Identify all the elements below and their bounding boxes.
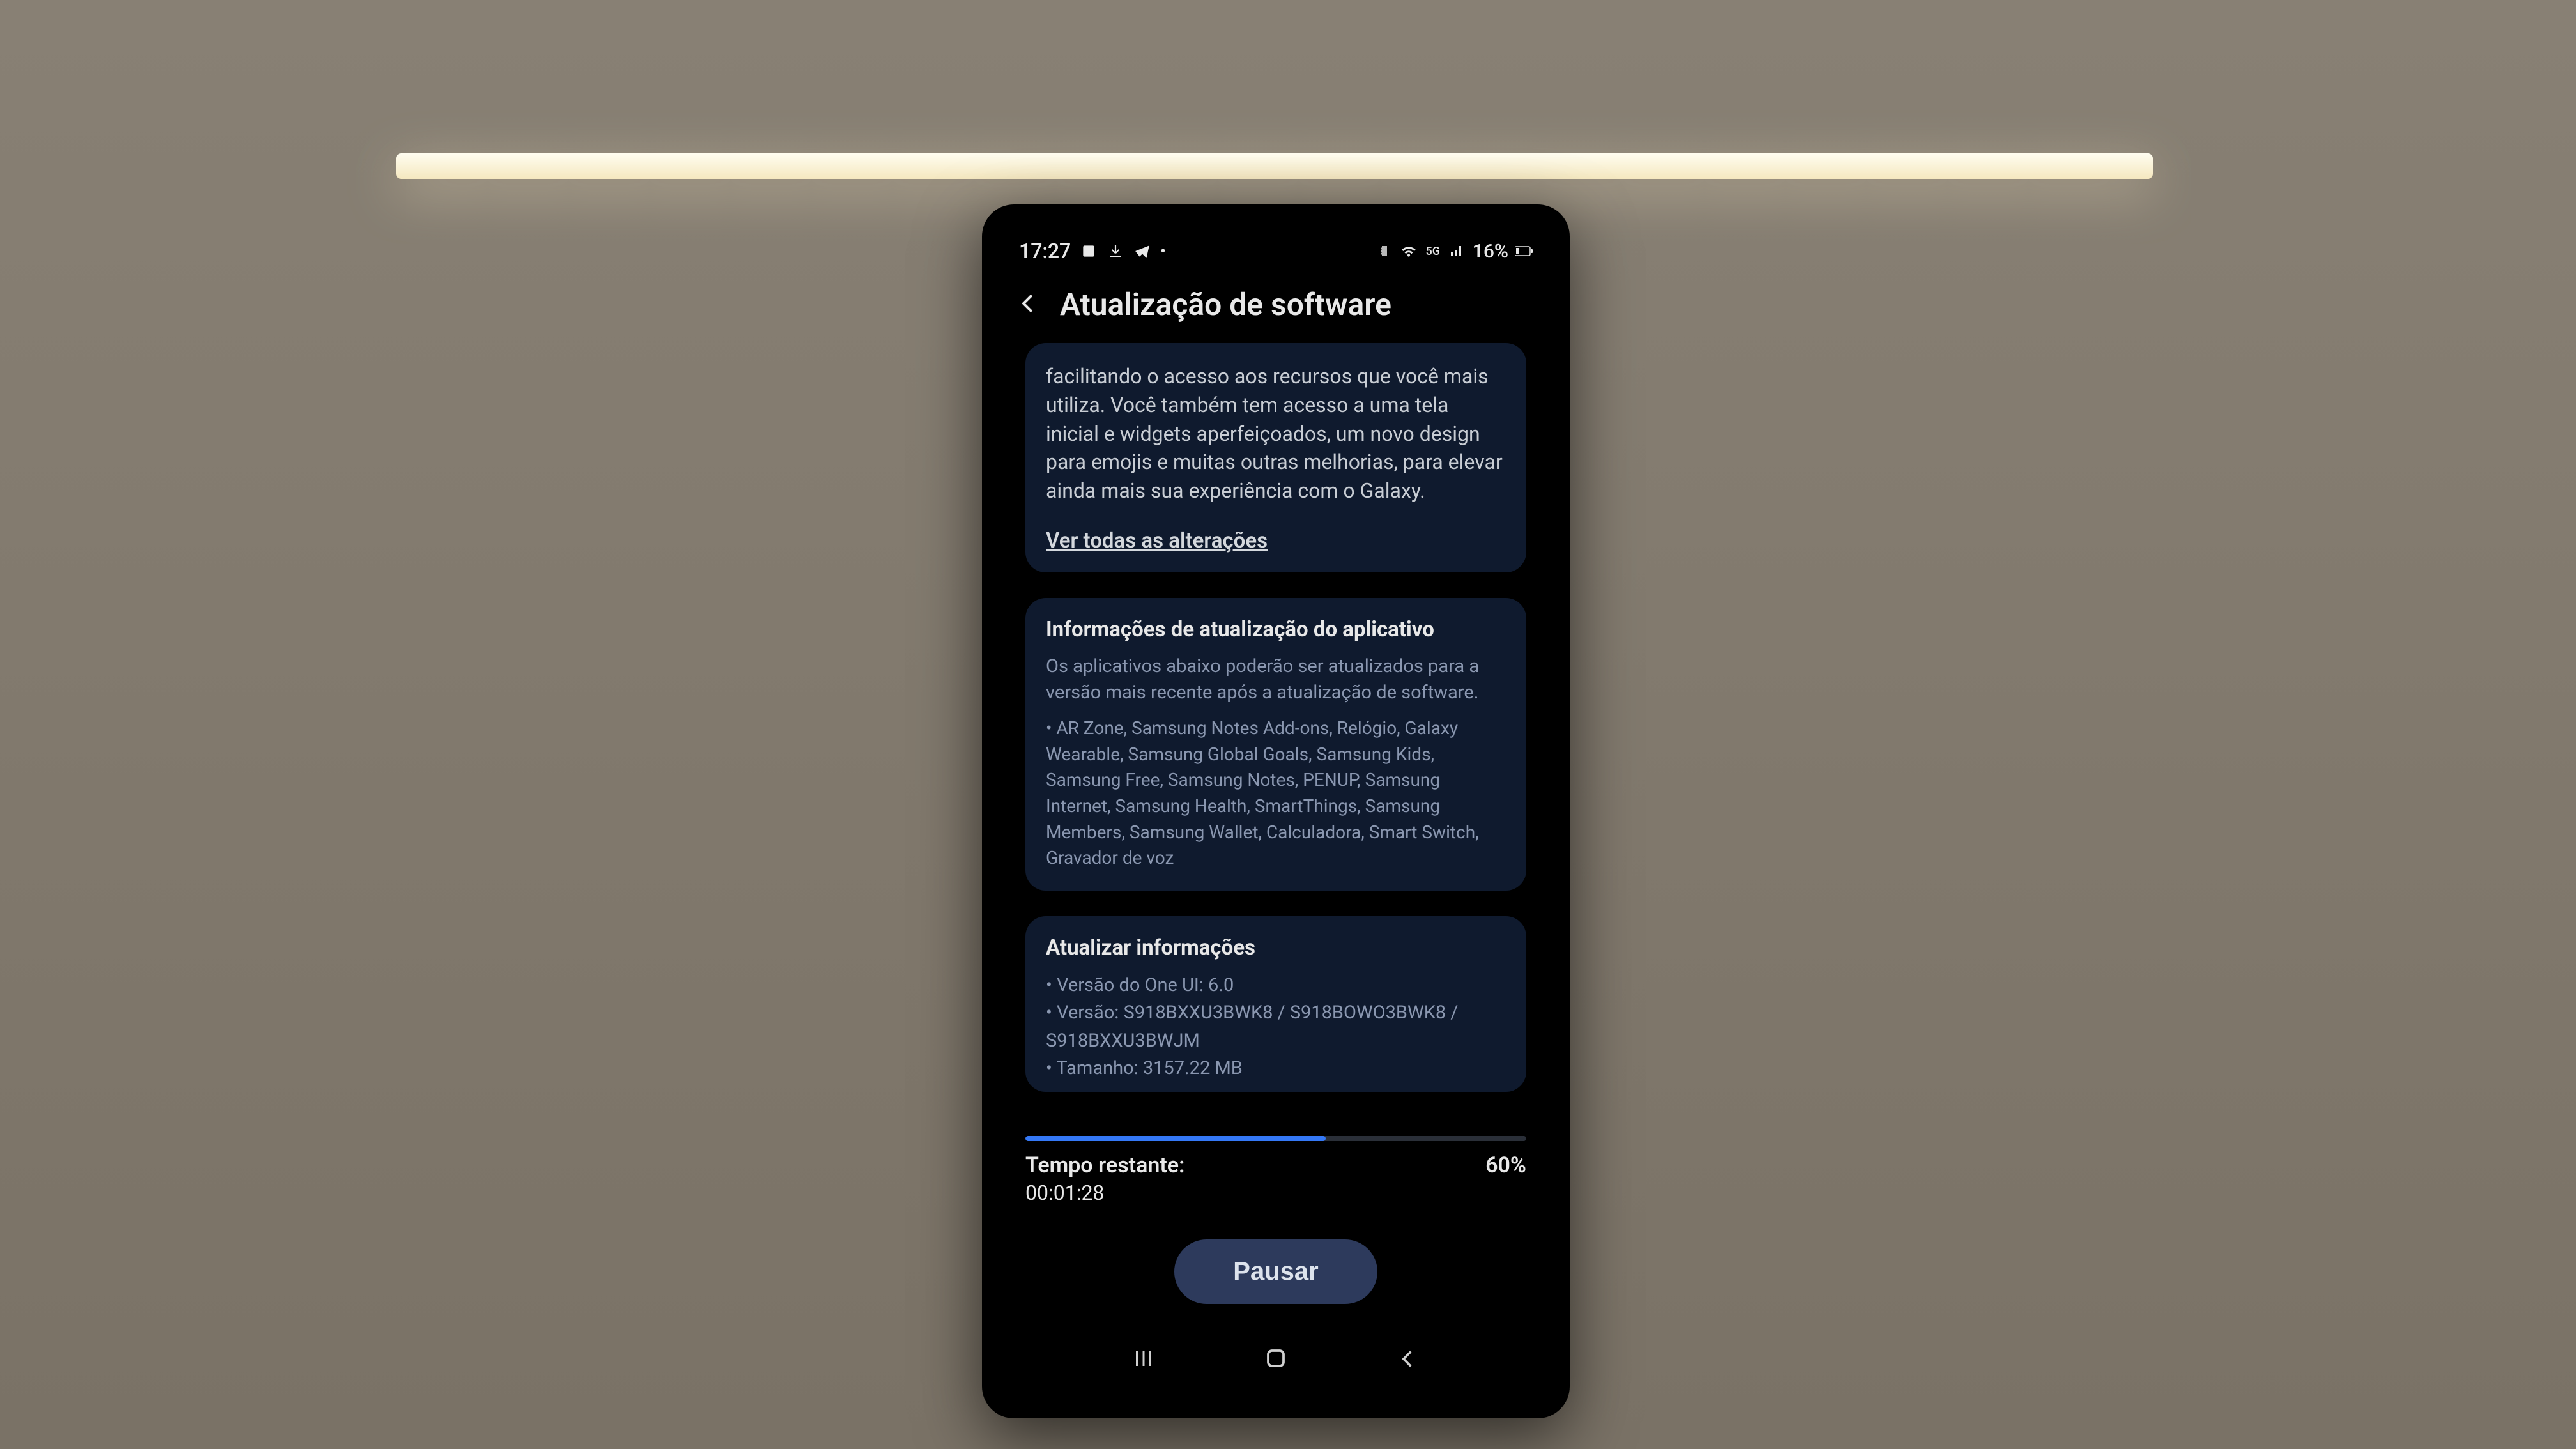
phone-screen: 17:27 • 5G	[1001, 227, 1551, 1399]
page-header: Atualização de software	[1001, 275, 1551, 334]
nav-back-button[interactable]	[1389, 1346, 1427, 1376]
progress-fill	[1025, 1136, 1326, 1141]
content-area[interactable]: facilitando o acesso aos recursos que vo…	[1001, 334, 1551, 1118]
update-info-card: Atualizar informações • Versão do One UI…	[1025, 916, 1526, 1092]
see-all-changes-link[interactable]: Ver todas as alterações	[1046, 528, 1506, 553]
phone-frame: 17:27 • 5G	[982, 204, 1570, 1418]
signal-5g-icon: 5G	[1424, 242, 1442, 260]
progress-bar	[1025, 1136, 1526, 1141]
vibrate-icon	[1376, 242, 1393, 260]
wifi-icon	[1400, 242, 1418, 260]
status-time: 17:27	[1019, 239, 1071, 263]
progress-percent: 60%	[1485, 1153, 1526, 1205]
oneui-version: • Versão do One UI: 6.0	[1046, 972, 1506, 1000]
time-remaining-value: 00:01:28	[1025, 1181, 1184, 1205]
app-list: • AR Zone, Samsung Notes Add-ons, Relógi…	[1046, 716, 1506, 871]
progress-section: Tempo restante: 00:01:28 60% Pausar	[1001, 1118, 1551, 1323]
status-left: 17:27 •	[1019, 239, 1166, 263]
description-text: facilitando o acesso aos recursos que vo…	[1046, 362, 1506, 505]
app-info-card: Informações de atualização do aplicativo…	[1025, 598, 1526, 891]
battery-icon	[1515, 242, 1533, 260]
description-card: facilitando o acesso aos recursos que vo…	[1025, 343, 1526, 572]
telegram-icon	[1133, 242, 1151, 260]
notification-icon	[1080, 242, 1098, 260]
navigation-bar	[1001, 1323, 1551, 1399]
back-button[interactable]	[1016, 288, 1041, 321]
download-icon	[1107, 242, 1124, 260]
update-info-heading: Atualizar informações	[1046, 935, 1506, 960]
time-remaining-label: Tempo restante:	[1025, 1153, 1184, 1178]
battery-percent: 16%	[1473, 240, 1508, 263]
home-button[interactable]	[1257, 1346, 1295, 1376]
update-size: • Tamanho: 3157.22 MB	[1046, 1055, 1506, 1083]
progress-info: Tempo restante: 00:01:28 60%	[1025, 1153, 1526, 1205]
build-version: • Versão: S918BXXU3BWK8 / S918BOWO3BWK8 …	[1046, 999, 1506, 1055]
signal-icon	[1448, 242, 1466, 260]
time-remaining-block: Tempo restante: 00:01:28	[1025, 1153, 1184, 1205]
wall-light	[396, 153, 2153, 179]
page-title: Atualização de software	[1060, 286, 1392, 323]
recents-button[interactable]	[1124, 1346, 1163, 1376]
pause-button[interactable]: Pausar	[1174, 1239, 1377, 1304]
status-right: 5G 16%	[1376, 240, 1533, 263]
more-indicator-icon: •	[1160, 242, 1165, 260]
app-info-subtext: Os aplicativos abaixo poderão ser atuali…	[1046, 654, 1506, 705]
app-info-heading: Informações de atualização do aplicativo	[1046, 617, 1506, 642]
status-bar: 17:27 • 5G	[1001, 227, 1551, 275]
